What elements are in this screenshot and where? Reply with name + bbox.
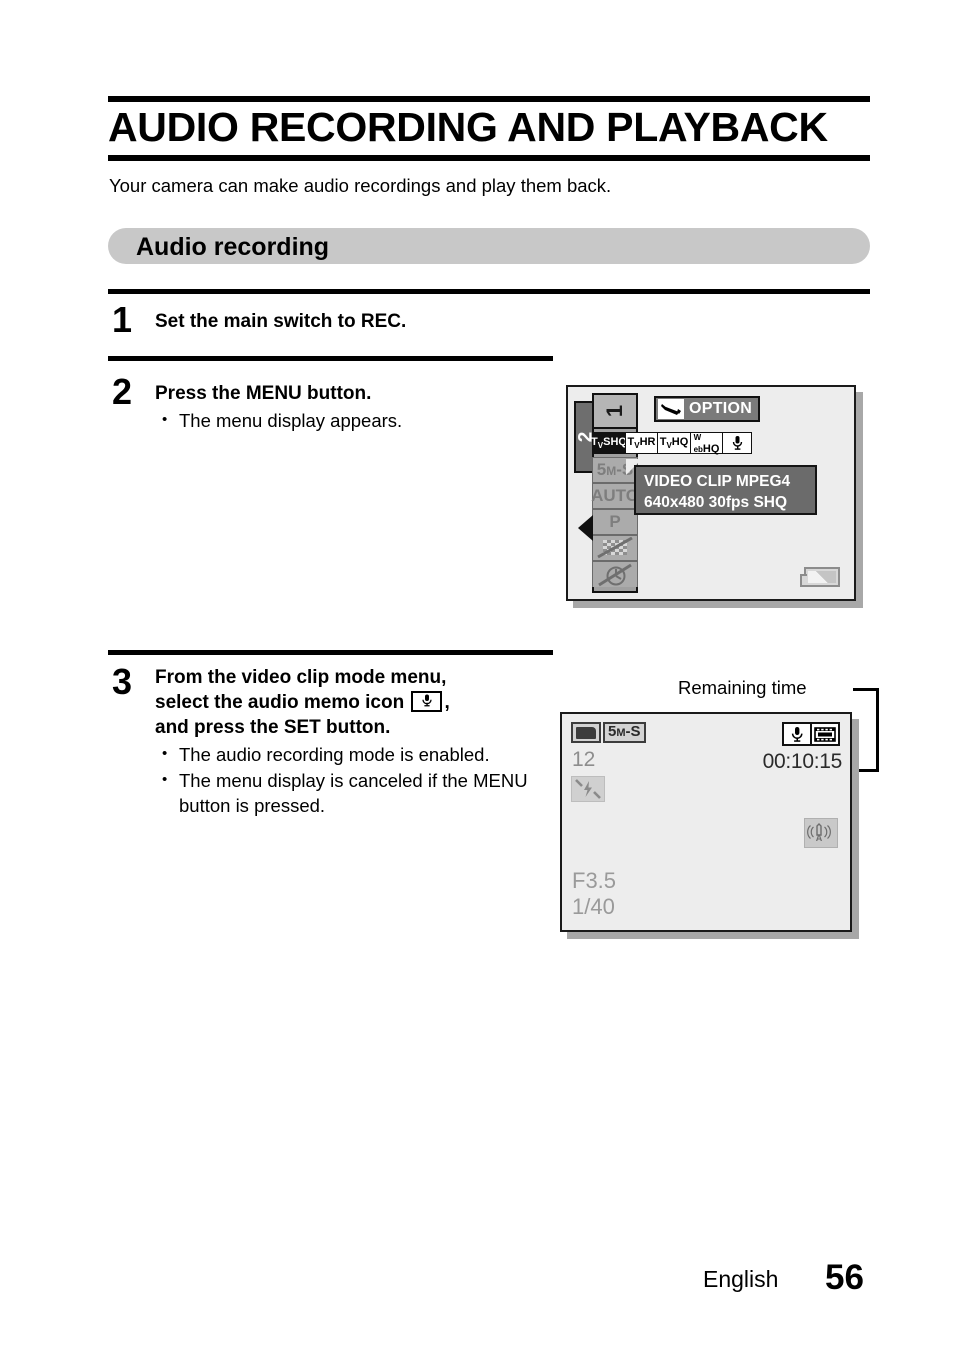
step-3-heading-line-2-post: , bbox=[444, 692, 450, 713]
remaining-time-value: 00:10:15 bbox=[762, 750, 843, 773]
quality-icon-tv-shq[interactable]: TVSHQ bbox=[591, 432, 627, 454]
tooltip-line-1: VIDEO CLIP MPEG4 bbox=[644, 473, 791, 490]
mic-sensitivity-auto-icon: A bbox=[804, 818, 838, 848]
step-3-heading: From the video clip mode menu, select th… bbox=[155, 665, 545, 740]
resolution-badge: 5M-S bbox=[603, 722, 646, 743]
menu-tooltip: VIDEO CLIP MPEG4 640x480 30fps SHQ bbox=[634, 465, 817, 515]
step-2-heading: Press the MENU button. bbox=[155, 383, 372, 404]
step-2-number: 2 bbox=[112, 371, 133, 412]
step-2-body: Press the MENU button. The menu display … bbox=[155, 381, 535, 434]
step-1-heading: Set the main switch to REC. bbox=[155, 311, 407, 332]
manual-page: AUDIO RECORDING AND PLAYBACK Your camera… bbox=[0, 0, 954, 1345]
exposure-readout: F3.5 1/40 bbox=[572, 868, 616, 920]
shots-remaining: 12 bbox=[572, 748, 596, 771]
step-3-number: 3 bbox=[112, 661, 133, 702]
menu-screen-illustration: 2 1 OPTION TVSHQ TVHR TVHQ W ebHQ 5M-S A… bbox=[566, 385, 863, 608]
step-1-number: 1 bbox=[112, 299, 133, 340]
callout-label: Remaining time bbox=[678, 677, 807, 698]
step-3-rule bbox=[108, 650, 553, 655]
quality-icon-audio-memo[interactable] bbox=[722, 432, 752, 454]
list-item: The audio recording mode is enabled. bbox=[155, 741, 545, 768]
step-1-rule bbox=[108, 289, 870, 294]
footer-language: English bbox=[703, 1266, 779, 1292]
memory-card-icon bbox=[571, 722, 601, 743]
quality-icon-row: TVSHQ TVHR TVHQ WebHQ bbox=[591, 432, 752, 455]
step-2-rule bbox=[108, 356, 553, 361]
menu-side-item-exposure[interactable]: P bbox=[592, 509, 638, 535]
section-banner: Audio recording bbox=[108, 228, 870, 264]
menu-side-item-filter[interactable] bbox=[592, 535, 638, 561]
section-heading: Audio recording bbox=[136, 233, 330, 261]
footer-page-number: 56 bbox=[825, 1258, 864, 1297]
option-tab[interactable]: OPTION bbox=[654, 396, 761, 422]
microphone-icon bbox=[782, 722, 812, 746]
step-2-bullets: The menu display appears. bbox=[155, 407, 535, 434]
resolution-badge-label: 5M-S bbox=[608, 723, 641, 740]
callout-line-vertical bbox=[876, 688, 879, 772]
menu-side-item-iso[interactable]: AUTO bbox=[591, 483, 639, 509]
list-item: The menu display is canceled if the MENU… bbox=[155, 767, 545, 819]
list-item: The menu display appears. bbox=[155, 407, 535, 434]
wrench-icon bbox=[658, 399, 684, 419]
menu-tab-1-label: 1 bbox=[602, 404, 627, 418]
option-tab-label: OPTION bbox=[689, 400, 753, 417]
shutter-speed-value: 1/40 bbox=[572, 894, 615, 919]
menu-selection-arrow bbox=[578, 515, 593, 541]
quality-icon-tv-shq-label: TVSHQ bbox=[591, 435, 627, 451]
audio-memo-icon bbox=[411, 691, 443, 712]
step-3-body: From the video clip mode menu, select th… bbox=[155, 665, 545, 819]
title-rule-bottom bbox=[108, 155, 870, 161]
rec-screen-illustration: 5M-S 12 00:10:15 A F3.5 1/40 bbox=[560, 712, 859, 939]
quality-icon-web-hq-label: WebHQ bbox=[693, 433, 720, 455]
lcd-panel: 5M-S 12 00:10:15 A F3.5 1/40 bbox=[560, 712, 852, 932]
filter-off-icon bbox=[597, 537, 633, 559]
intro-paragraph: Your camera can make audio recordings an… bbox=[109, 175, 612, 196]
step-3-bullets: The audio recording mode is enabled. The… bbox=[155, 741, 545, 819]
lcd-panel: 2 1 OPTION TVSHQ TVHR TVHQ W ebHQ 5M-S A… bbox=[566, 385, 856, 601]
menu-side-item-self-timer[interactable] bbox=[592, 561, 638, 587]
step-3-heading-line-1: From the video clip mode menu, bbox=[155, 667, 447, 688]
menu-side-item-iso-label: AUTO bbox=[591, 486, 639, 505]
film-strip-icon bbox=[810, 722, 840, 746]
step-3-heading-line-2-pre: select the audio memo icon bbox=[155, 692, 405, 713]
quality-icon-tv-hr-label: TVHR bbox=[627, 435, 656, 451]
page-title: AUDIO RECORDING AND PLAYBACK bbox=[108, 104, 828, 150]
microphone-icon bbox=[732, 436, 742, 450]
aperture-value: F3.5 bbox=[572, 868, 617, 893]
rec-top-right-indicators bbox=[782, 722, 840, 746]
self-timer-off-icon bbox=[598, 563, 632, 586]
menu-tab-1[interactable]: 1 bbox=[592, 393, 638, 429]
battery-icon bbox=[800, 567, 840, 587]
svg-text:A: A bbox=[816, 833, 823, 843]
tooltip-line-2: 640x480 30fps SHQ bbox=[644, 494, 788, 511]
menu-side-item-exposure-label: P bbox=[609, 512, 621, 531]
quality-icon-tv-hq-label: TVHQ bbox=[659, 435, 689, 451]
step-3-heading-line-3: and press the SET button. bbox=[155, 717, 391, 738]
quality-icon-web-hq[interactable]: WebHQ bbox=[689, 432, 724, 455]
quality-icon-tv-hq[interactable]: TVHQ bbox=[657, 432, 691, 454]
flash-off-icon bbox=[571, 776, 605, 802]
rec-top-left-indicators: 5M-S bbox=[571, 722, 646, 743]
quality-icon-tv-hr[interactable]: TVHR bbox=[624, 432, 659, 454]
